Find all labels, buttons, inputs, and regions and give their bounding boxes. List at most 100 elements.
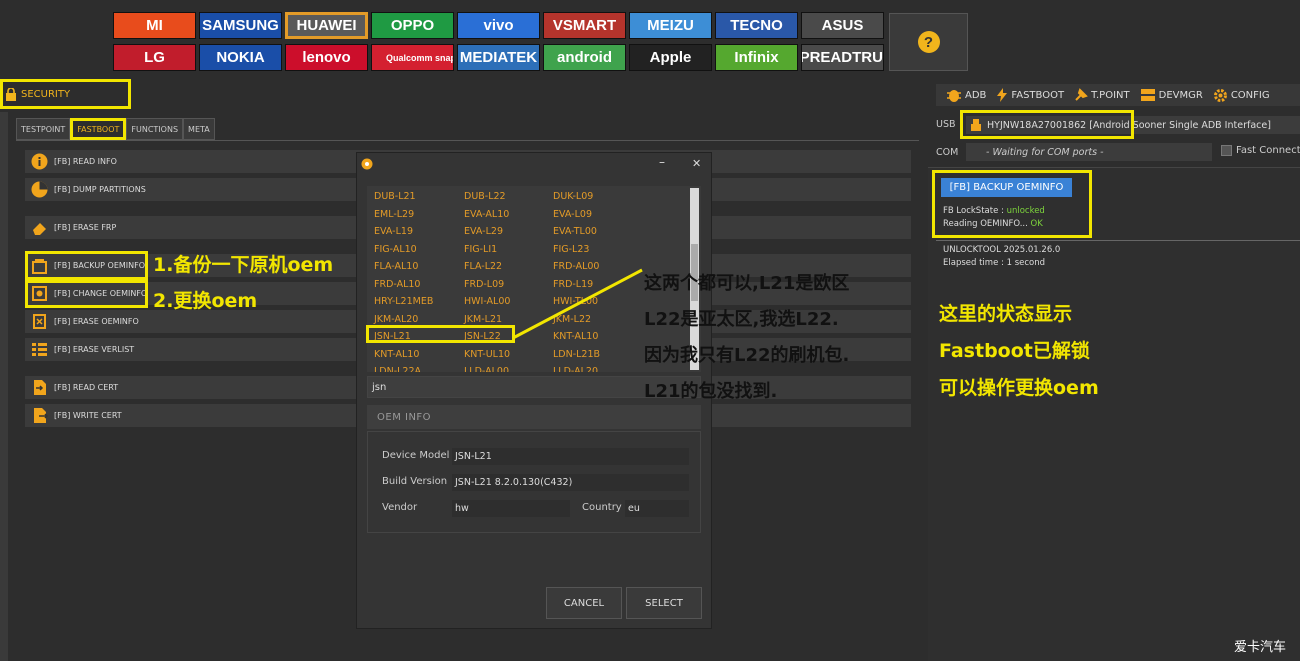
model-item[interactable]: FIG-L23 xyxy=(553,241,643,259)
model-item[interactable]: EML-L29 xyxy=(374,206,464,224)
brand-apple-button[interactable]: Apple xyxy=(629,44,712,71)
annotation-middle-line: 因为我只有L22的刷机包. xyxy=(644,345,850,366)
model-item[interactable]: FRD-AL10 xyxy=(374,276,464,294)
vendor-label: Vendor xyxy=(382,502,418,513)
brand-lg-button[interactable]: LG xyxy=(113,44,196,71)
annotation-middle-line: L21的包没找到. xyxy=(644,381,778,402)
toolbar-label: DEVMGR xyxy=(1158,89,1203,101)
write-cert-icon xyxy=(30,407,48,425)
model-item[interactable]: LDN-L21B xyxy=(553,346,643,364)
help-button[interactable]: ? xyxy=(889,13,968,71)
toolbar-label: ADB xyxy=(965,89,987,101)
log-tool-version: UNLOCKTOOL 2025.01.26.0 xyxy=(943,245,1061,255)
close-button[interactable]: ✕ xyxy=(692,157,701,170)
brand-vivo-button[interactable]: vivo xyxy=(457,12,540,39)
com-port-select[interactable]: - Waiting for COM ports - xyxy=(966,143,1212,161)
model-item[interactable]: HRY-L21MEB xyxy=(374,293,464,311)
toolbar-label: CONFIG xyxy=(1230,89,1270,101)
device-model-field[interactable]: JSN-L21 xyxy=(452,448,689,465)
help-icon: ? xyxy=(917,31,940,53)
function-tabs: TESTPOINT FASTBOOT FUNCTIONS META xyxy=(16,118,215,140)
log-elapsed-label: Elapsed time : xyxy=(943,258,1007,268)
brand-vsmart-button[interactable]: VSMART xyxy=(543,12,626,39)
lightning-icon xyxy=(997,88,1008,102)
annotation-step2: 2.更换oem xyxy=(153,290,258,312)
model-item[interactable]: KNT-AL10 xyxy=(374,346,464,364)
toolbar-config[interactable]: CONFIG xyxy=(1213,88,1270,103)
model-item[interactable]: EVA-L19 xyxy=(374,223,464,241)
brand-spreadtrum-button[interactable]: SPREADTRUM xyxy=(801,44,884,71)
brand-meizu-button[interactable]: MEIZU xyxy=(629,12,712,39)
brand-tecno-button[interactable]: TECNO xyxy=(715,12,798,39)
model-item[interactable]: LLD-AL00 xyxy=(464,363,553,372)
fn-label: [FB] ERASE OEMINFO xyxy=(54,317,139,326)
brand-lenovo-button[interactable]: lenovo xyxy=(285,44,368,71)
bug-icon xyxy=(947,90,961,102)
fn-label: [FB] WRITE CERT xyxy=(54,411,122,420)
security-section[interactable]: SECURITY xyxy=(0,79,131,109)
annotation-middle-line: L22是亚太区,我选L22. xyxy=(644,309,839,330)
toolbar-fastboot[interactable]: FASTBOOT xyxy=(996,88,1064,102)
model-item[interactable]: EVA-L29 xyxy=(464,223,553,241)
fast-connect-label: Fast Connect xyxy=(1236,145,1300,156)
cancel-button[interactable]: CANCEL xyxy=(546,587,622,619)
brand-oppo-button[interactable]: OPPO xyxy=(371,12,454,39)
brand-android-button[interactable]: android xyxy=(543,44,626,71)
toolbar-tpoint[interactable]: T.POINT xyxy=(1074,88,1130,102)
read-cert-icon xyxy=(30,379,48,397)
annotation-step1: 1.备份一下原机oem xyxy=(153,254,334,276)
erase-oem-icon xyxy=(30,313,48,331)
country-field[interactable]: eu xyxy=(625,500,689,517)
toolbar-adb[interactable]: ADB xyxy=(946,88,986,102)
model-item[interactable]: DUK-L09 xyxy=(553,188,643,206)
fast-connect-toggle[interactable]: Fast Connect xyxy=(1221,145,1300,156)
tab-testpoint[interactable]: TESTPOINT xyxy=(16,118,71,140)
brand-infinix-button[interactable]: Infinix xyxy=(715,44,798,71)
brand-samsung-button[interactable]: SAMSUNG xyxy=(199,12,282,39)
annotation-middle: 这两个都可以,L21是欧区 L22是亚太区,我选L22. 因为我只有L22的刷机… xyxy=(644,266,849,410)
pin-icon xyxy=(1075,88,1088,101)
model-item[interactable]: FIG-AL10 xyxy=(374,241,464,259)
log-highlight xyxy=(932,170,1092,238)
dialog-titlebar: – ✕ xyxy=(357,153,711,175)
model-item[interactable]: KNT-UL10 xyxy=(464,346,553,364)
fast-connect-checkbox[interactable] xyxy=(1221,145,1232,156)
pie-chart-icon xyxy=(30,181,48,199)
fn-label: [FB] READ CERT xyxy=(54,383,119,392)
model-item[interactable]: FIG-LI1 xyxy=(464,241,553,259)
brand-asus-button[interactable]: ASUS xyxy=(801,12,884,39)
model-item[interactable]: LDN-L22A xyxy=(374,363,464,372)
model-item[interactable]: FLA-AL10 xyxy=(374,258,464,276)
change-highlight xyxy=(25,280,148,308)
left-scrollbar[interactable] xyxy=(0,112,8,661)
toolbar-devmgr[interactable]: DEVMGR xyxy=(1140,88,1203,102)
tab-meta[interactable]: META xyxy=(183,118,215,140)
build-version-field[interactable]: JSN-L21 8.2.0.130(C432) xyxy=(452,474,689,491)
brand-nokia-button[interactable]: NOKIA xyxy=(199,44,282,71)
model-item[interactable]: DUB-L21 xyxy=(374,188,464,206)
model-item[interactable]: DUB-L22 xyxy=(464,188,553,206)
minimize-button[interactable]: – xyxy=(659,155,665,169)
model-item[interactable]: EVA-AL10 xyxy=(464,206,553,224)
tab-fastboot[interactable]: FASTBOOT xyxy=(70,118,127,140)
lock-icon xyxy=(6,87,16,101)
model-item[interactable]: LLD-AL20 xyxy=(553,363,643,372)
com-port-value: - Waiting for COM ports - xyxy=(986,146,1104,158)
model-item[interactable]: EVA-L09 xyxy=(553,206,643,224)
brand-mi-button[interactable]: MI xyxy=(113,12,196,39)
vendor-field[interactable]: hw xyxy=(452,500,570,517)
brand-qualcomm-snapdragon-button[interactable]: Qualcomm snapdragon xyxy=(371,44,454,71)
app-icon xyxy=(361,158,373,170)
brand-mediatek-button[interactable]: MEDIATEK xyxy=(457,44,540,71)
jsn-models-highlight xyxy=(366,325,515,343)
annotation-arrow xyxy=(512,268,643,340)
brand-huawei-button[interactable]: HUAWEI xyxy=(285,12,368,39)
tab-functions[interactable]: FUNCTIONS xyxy=(126,118,184,140)
select-button[interactable]: SELECT xyxy=(626,587,702,619)
oem-info-box: Device Model JSN-L21 Build Version JSN-L… xyxy=(367,431,701,533)
device-manager-icon xyxy=(1140,89,1155,101)
toolbar-label: FASTBOOT xyxy=(1011,89,1065,101)
model-item[interactable]: EVA-TL00 xyxy=(553,223,643,241)
annotation-right: 这里的状态显示 Fastboot已解锁 可以操作更换oem xyxy=(939,296,1099,407)
tab-divider xyxy=(16,140,919,141)
